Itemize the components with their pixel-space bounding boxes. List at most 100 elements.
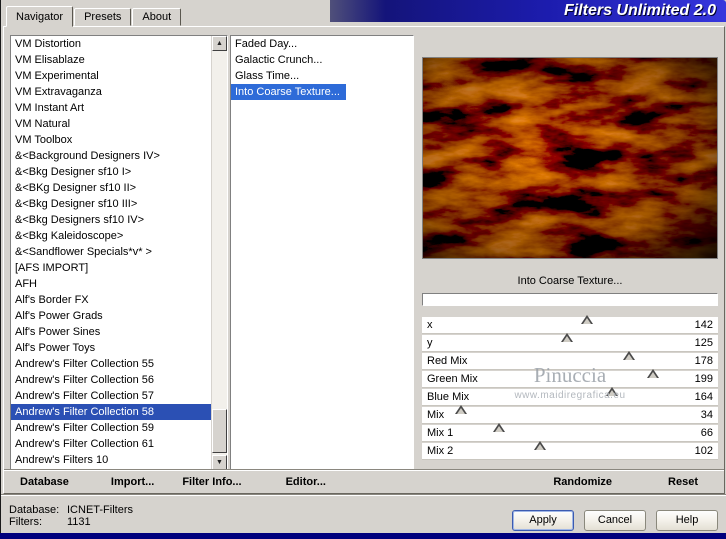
scrollbar-thumb[interactable] [212,409,227,453]
category-item[interactable]: Andrew's Filter Collection 59 [11,420,211,436]
category-item[interactable]: &<Bkg Kaleidoscope> [11,228,211,244]
category-item[interactable]: VM Elisablaze [11,52,211,68]
command-bar: Database Import... Filter Info... Editor… [4,469,724,493]
slider-thumb-icon[interactable] [622,351,635,360]
cancel-button[interactable]: Cancel [584,510,646,531]
filter-item[interactable]: Faded Day... [231,36,413,52]
preview-image[interactable] [422,57,718,259]
category-item[interactable]: Alf's Power Sines [11,324,211,340]
filter-item[interactable]: Galactic Crunch... [231,52,413,68]
filter-item[interactable]: Into Coarse Texture... [231,84,346,100]
scroll-up-icon: ▲ [216,40,223,47]
desktop-background: Filters Unlimited 2.0 Navigator Presets … [0,0,726,539]
category-item[interactable]: AFH [11,276,211,292]
category-item[interactable]: &<Bkg Designer sf10 I> [11,164,211,180]
filters-unlimited-dialog: Filters Unlimited 2.0 Navigator Presets … [0,0,726,533]
scrollbar-track[interactable] [212,51,227,455]
param-slider-green-mix[interactable]: Green Mix 199 [422,369,718,388]
category-item[interactable]: Alf's Power Toys [11,340,211,356]
help-button[interactable]: Help [656,510,718,531]
param-slider-mix-2[interactable]: Mix 2 102 [422,441,718,460]
param-label: Green Mix [427,373,478,385]
category-list: VM Distortion VM Elisablaze VM Experimenta… [10,35,228,471]
param-label: Red Mix [427,355,468,367]
param-slider-mix-1[interactable]: Mix 1 66 [422,423,718,442]
param-value: 178 [694,355,713,367]
param-label: y [427,337,433,349]
scroll-down-button[interactable]: ▼ [212,455,227,470]
category-item[interactable]: Andrew's Filters 10 [11,452,211,468]
category-item[interactable]: Andrew's Filter Collection 57 [11,388,211,404]
filter-list: Faded Day... Galactic Crunch... Glass Time… [230,35,414,471]
category-item[interactable]: [AFS IMPORT] [11,260,211,276]
tab-presets[interactable]: Presets [74,8,132,26]
scroll-up-button[interactable]: ▲ [212,36,227,51]
param-slider-red-mix[interactable]: Red Mix 178 [422,351,718,370]
status-database-value: ICNET-Filters [67,504,133,516]
reset-button[interactable]: Reset [668,476,698,488]
param-value: 66 [700,427,713,439]
tab-navigator[interactable]: Navigator [6,6,74,27]
status-database: Database: ICNET-Filters [9,504,133,516]
slider-thumb-icon[interactable] [580,315,593,324]
tab-bar: Navigator Presets About [6,6,182,27]
slider-thumb-icon[interactable] [646,369,659,378]
category-item[interactable]: Andrew's Filter Collection 61 [11,436,211,452]
render-progress-bar [422,293,718,306]
category-item[interactable]: &<BKg Designer sf10 II> [11,180,211,196]
navigator-panel: VM Distortion VM Elisablaze VM Experimenta… [3,26,725,494]
param-label: Mix [427,409,445,421]
slider-thumb-icon[interactable] [534,441,547,450]
status-database-label: Database: [9,504,60,516]
preview-panel: Into Coarse Texture... Pinuccia www.maid… [418,35,722,471]
category-item[interactable]: Alf's Border FX [11,292,211,308]
category-item[interactable]: Andrew's Filter Collection 56 [11,372,211,388]
category-item[interactable]: Andrew's Filter Collection 58 [11,404,211,420]
category-item[interactable]: VM Toolbox [11,132,211,148]
category-item[interactable]: &<Background Designers IV> [11,148,211,164]
param-value: 142 [694,319,713,331]
param-label: Mix 1 [427,427,454,439]
category-scrollbar[interactable]: ▲ ▼ [211,36,227,470]
tab-about[interactable]: About [132,8,182,26]
param-slider-y[interactable]: y 125 [422,333,718,352]
category-item[interactable]: VM Extravaganza [11,84,211,100]
category-item[interactable]: VM Experimental [11,68,211,84]
slider-thumb-icon[interactable] [492,423,505,432]
param-slider-mix[interactable]: Mix 34 [422,405,718,424]
randomize-button[interactable]: Randomize [553,476,612,488]
category-item[interactable]: VM Distortion [11,36,211,52]
apply-button[interactable]: Apply [512,510,574,531]
parameter-sliders: Pinuccia www.maidiregrafica.eu x 142 y 125 R… [422,315,718,461]
param-slider-x[interactable]: x 142 [422,315,718,334]
category-item[interactable]: Alf's Power Grads [11,308,211,324]
editor-button[interactable]: Editor... [286,476,326,488]
param-value: 102 [694,445,713,457]
category-item[interactable]: &<Bkg Designer sf10 III> [11,196,211,212]
status-filters: Filters: 1131 [9,516,91,528]
slider-thumb-icon[interactable] [561,333,574,342]
param-label: x [427,319,433,331]
filter-item[interactable]: Glass Time... [231,68,413,84]
category-item[interactable]: Andrew's Filter Collection 55 [11,356,211,372]
slider-thumb-icon[interactable] [606,387,619,396]
category-item[interactable]: VM Instant Art [11,100,211,116]
filter-info-button[interactable]: Filter Info... [182,476,241,488]
status-filters-label: Filters: [9,516,42,528]
import-button[interactable]: Import... [111,476,154,488]
param-value: 199 [694,373,713,385]
status-filters-value: 1131 [67,516,91,528]
param-slider-blue-mix[interactable]: Blue Mix 164 [422,387,718,406]
database-button[interactable]: Database [20,476,69,488]
param-value: 164 [694,391,713,403]
status-bar: Database: ICNET-Filters Filters: 1131 Appl… [1,494,726,533]
coarse-texture-preview [423,58,717,258]
category-item[interactable]: &<Bkg Designers sf10 IV> [11,212,211,228]
category-list-items: VM Distortion VM Elisablaze VM Experimenta… [11,36,211,470]
category-item[interactable]: &<Sandflower Specials*v* > [11,244,211,260]
window-title: Filters Unlimited 2.0 [330,0,726,22]
param-label: Mix 2 [427,445,454,457]
category-item[interactable]: VM Natural [11,116,211,132]
slider-thumb-icon[interactable] [455,405,468,414]
selected-filter-caption: Into Coarse Texture... [517,275,623,287]
